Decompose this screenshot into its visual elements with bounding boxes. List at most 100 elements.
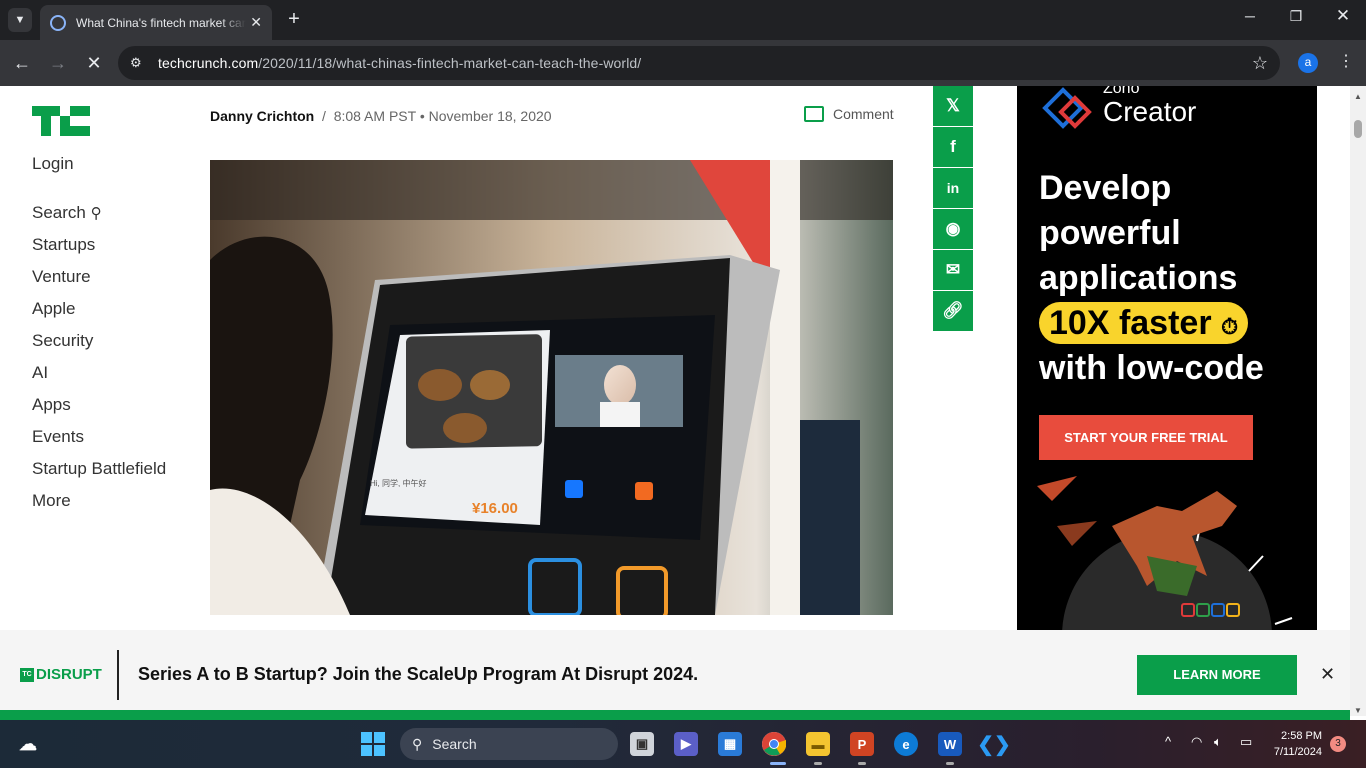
share-email-button[interactable]: ✉ [933, 250, 973, 290]
explorer-running-indicator [814, 762, 822, 765]
techcrunch-logo[interactable] [32, 106, 90, 136]
ad-runner-illustration [1037, 476, 1293, 630]
word-icon[interactable]: W [938, 732, 962, 756]
edge-icon[interactable]: e [894, 732, 918, 756]
share-bar: 𝕏 f in ◉ ✉ 🔗︎ [933, 86, 973, 332]
powerpoint-icon[interactable]: P [850, 732, 874, 756]
byline-separator: / [322, 108, 326, 124]
site-info-icon[interactable]: ⚙ [130, 55, 150, 71]
task-view-icon[interactable]: ▣ [630, 732, 654, 756]
byline-bullet: • [419, 108, 425, 124]
publish-time: 8:08 AM PST [333, 108, 416, 124]
file-explorer-icon[interactable]: ▬ [806, 732, 830, 756]
link-icon: 🔗︎ [942, 301, 964, 320]
address-bar[interactable]: ⚙ techcrunch.com/2020/11/18/what-chinas-… [118, 46, 1280, 80]
comment-button[interactable]: Comment [804, 106, 894, 122]
minimize-button[interactable]: ─ [1238, 8, 1262, 24]
disrupt-logo-text: DISRUPT [36, 666, 102, 683]
clock-date: 7/11/2024 [1273, 746, 1322, 758]
disrupt-promo-banner: TC DISRUPT Series A to B Startup? Join t… [0, 630, 1350, 710]
banner-divider [117, 650, 119, 700]
comment-icon [804, 106, 824, 122]
scroll-up-icon[interactable]: ▲ [1354, 92, 1362, 101]
tray-overflow-icon[interactable]: ^ [1165, 734, 1171, 749]
page-scrollbar[interactable]: ▲ ▼ [1350, 86, 1366, 716]
weather-icon[interactable]: ☁ [16, 732, 40, 756]
scroll-thumb[interactable] [1354, 120, 1362, 138]
stop-loading-button[interactable]: ✕ [82, 52, 106, 76]
share-link-button[interactable]: 🔗︎ [933, 291, 973, 331]
word-running-indicator [946, 762, 954, 765]
share-linkedin-button[interactable]: in [933, 168, 973, 208]
clock-icon: ⏱ [1221, 314, 1239, 339]
ad-cta-button[interactable]: START YOUR FREE TRIAL [1039, 415, 1253, 460]
email-icon: ✉ [945, 260, 961, 279]
menu-icon[interactable]: ⋮ [1338, 51, 1354, 71]
system-clock[interactable]: 2:58 PM 7/11/2024 [1270, 728, 1322, 760]
article-hero-image: Hi, 同学, 中午好 ¥16.00 [210, 160, 893, 615]
nav-item-startup-battlefield[interactable]: Startup Battlefield [32, 460, 166, 492]
zoho-creator-logo-icon [1042, 87, 1092, 129]
nav-item-startups[interactable]: Startups [32, 236, 166, 268]
nav-label: Search [32, 203, 86, 222]
linkedin-icon: in [946, 180, 960, 196]
url-path: /2020/11/18/what-chinas-fintech-market-c… [258, 55, 642, 71]
nav-item-search[interactable]: Search ⚲ [32, 204, 166, 236]
nav-item-apps[interactable]: Apps [32, 396, 166, 428]
chrome-logo-icon [762, 732, 786, 756]
vscode-icon[interactable]: ❮❯ [977, 732, 1011, 756]
disrupt-logo[interactable]: TC DISRUPT [20, 666, 102, 683]
taskbar-search-label: Search [432, 736, 477, 752]
nav-item-security[interactable]: Security [32, 332, 166, 364]
nav-item-more[interactable]: More [32, 492, 166, 524]
chrome-icon[interactable] [762, 732, 786, 756]
restore-button[interactable]: ❐ [1284, 8, 1308, 25]
nav-item-apple[interactable]: Apple [32, 300, 166, 332]
hero-greeting: Hi, 同学, 中午好 [370, 478, 426, 488]
new-tab-button[interactable]: + [282, 8, 306, 32]
start-button[interactable] [361, 732, 385, 756]
learn-more-button[interactable]: LEARN MORE [1137, 655, 1297, 695]
browser-toolbar: ← → ✕ ⚙ techcrunch.com/2020/11/18/what-c… [0, 40, 1366, 86]
taskbar-search[interactable]: ⚲ Search [400, 728, 618, 760]
tab-close-icon[interactable]: ✕ [250, 14, 262, 31]
url-host: techcrunch.com [158, 55, 259, 71]
share-x-button[interactable]: 𝕏 [933, 86, 973, 126]
url-text[interactable]: techcrunch.com/2020/11/18/what-chinas-fi… [158, 55, 641, 71]
share-reddit-button[interactable]: ◉ [933, 209, 973, 249]
publish-date: November 18, 2020 [428, 108, 552, 124]
chrome-active-indicator [770, 762, 786, 765]
login-link[interactable]: Login [32, 154, 74, 174]
nav-item-events[interactable]: Events [32, 428, 166, 460]
close-window-button[interactable]: ✕ [1331, 6, 1355, 26]
disrupt-logo-badge: TC [20, 667, 34, 682]
tab-title: What China's fintech market can teach th… [76, 15, 246, 30]
facebook-icon: f [950, 137, 956, 156]
volume-icon[interactable]: 🔈︎ [1214, 734, 1222, 750]
battery-icon[interactable]: ▭ [1240, 734, 1252, 750]
active-tab[interactable]: What China's fintech market can teach th… [40, 5, 272, 40]
windows-logo-icon [361, 732, 385, 756]
windows-taskbar: ☁ ⚲ Search ▣ ▶ ▦ ▬ P e W ❮❯ ^ ◠ 🔈︎ ▭ 2:5… [0, 720, 1366, 768]
profile-avatar[interactable]: a [1298, 53, 1318, 73]
bookmark-star-icon[interactable]: ☆ [1252, 53, 1268, 74]
scroll-down-icon[interactable]: ▼ [1354, 706, 1362, 715]
wifi-icon[interactable]: ◠ [1191, 734, 1202, 750]
x-icon: 𝕏 [946, 96, 960, 115]
nav-item-ai[interactable]: AI [32, 364, 166, 396]
ad-brand-large: Creator [1103, 96, 1197, 127]
teams-icon[interactable]: ▶ [674, 732, 698, 756]
ad-line-3: applications [1039, 259, 1238, 297]
share-facebook-button[interactable]: f [933, 127, 973, 167]
nav-item-venture[interactable]: Venture [32, 268, 166, 300]
tab-search-button[interactable]: ▼ [8, 8, 32, 32]
forward-button[interactable]: → [46, 52, 70, 76]
close-banner-icon[interactable]: ✕ [1320, 664, 1335, 685]
ad-highlight: 10X faster ⏱ [1039, 302, 1249, 344]
microsoft-store-icon[interactable]: ▦ [718, 732, 742, 756]
notification-badge[interactable]: 3 [1330, 736, 1346, 752]
author-link[interactable]: Danny Crichton [210, 108, 314, 124]
advertisement[interactable]: Zoho Creator Develop powerful applicatio… [1017, 86, 1317, 630]
back-button[interactable]: ← [10, 52, 34, 76]
search-icon: ⚲ [90, 205, 102, 222]
